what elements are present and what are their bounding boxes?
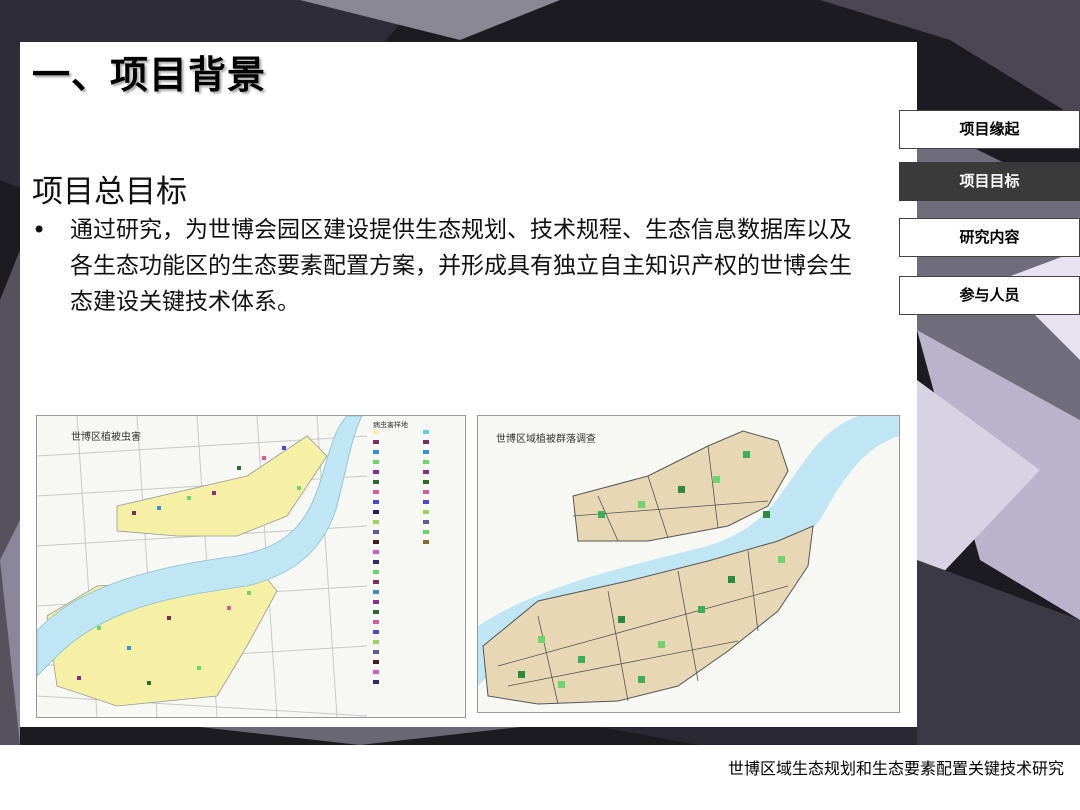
section-subtitle: 项目总目标: [32, 174, 187, 210]
map-right-graphic: [478, 416, 899, 705]
map-left-title: 世博区植被虫害: [71, 432, 141, 443]
map-vegetation-community: 世博区域植被群落调查: [477, 415, 900, 713]
bullet-item: 通过研究，为世博会园区建设提供生态规划、技术规程、生态信息数据库以及各生态功能区…: [30, 212, 860, 320]
map-right-title: 世博区域植被群落调查: [496, 434, 596, 445]
bullet-list: 通过研究，为世博会园区建设提供生态规划、技术规程、生态信息数据库以及各生态功能区…: [30, 212, 860, 320]
map-vegetation-pests: 世博区植被虫害 病虫害样地: [36, 415, 466, 718]
nav-item-participants[interactable]: 参与人员: [899, 276, 1080, 315]
nav-item-project-goal[interactable]: 项目目标: [899, 162, 1080, 201]
map-left-graphic: [37, 416, 429, 717]
nav-item-project-origin[interactable]: 项目缘起: [899, 110, 1080, 149]
nav-item-research-content[interactable]: 研究内容: [899, 218, 1080, 257]
map-legend: [373, 430, 429, 684]
map-legend-heading: 病虫害样地: [373, 421, 408, 429]
footer-project-title: 世博区域生态规划和生态要素配置关键技术研究: [727, 759, 1064, 778]
slide-title: 一、项目背景: [32, 53, 267, 97]
